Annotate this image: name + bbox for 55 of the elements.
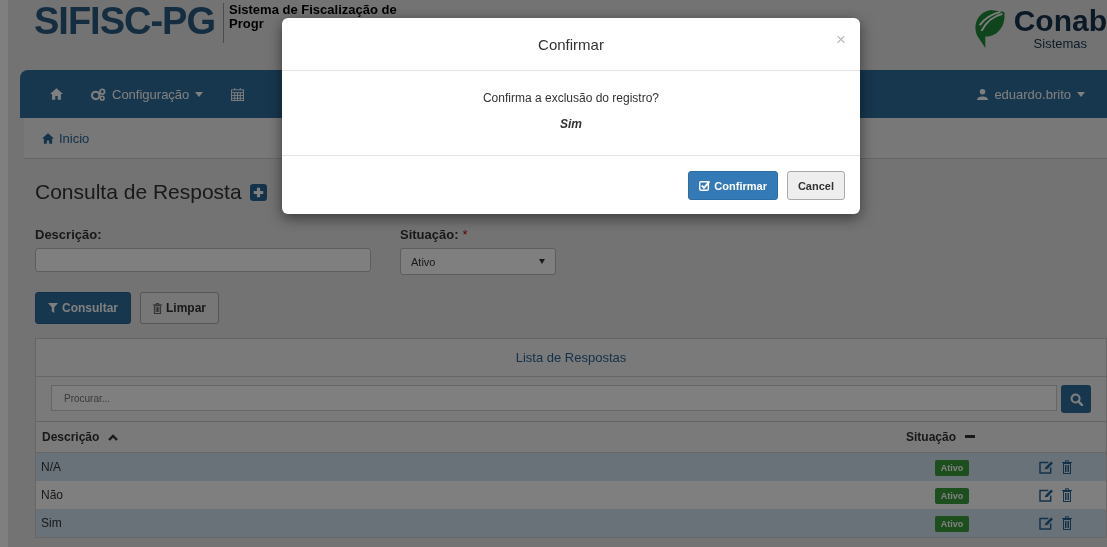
home-icon [50,88,63,100]
search-icon [1069,392,1083,406]
edit-icon[interactable] [1038,516,1054,530]
sort-ascending-icon [108,433,119,441]
breadcrumb-home-link[interactable]: Inicio [42,130,90,146]
field-label: Situação: [400,227,459,242]
calendar-nav-button[interactable] [231,87,245,101]
cancel-button[interactable]: Cancel [786,171,845,200]
caret-icon [1077,91,1085,97]
user-menu[interactable]: eduardo.brito [977,86,1085,102]
add-icon[interactable] [249,183,267,201]
trash-icon[interactable] [1061,516,1072,531]
brand-name: Conab [1013,6,1107,36]
field-label: Descrição: [35,227,103,242]
column-header[interactable]: Situação [901,430,975,444]
configuration-menu[interactable]: Configuração [91,86,204,102]
search-input[interactable]: Procurar... [51,385,1057,411]
search-button[interactable] [1061,385,1091,413]
gears-icon [91,87,106,101]
user-icon [977,88,989,100]
clear-button[interactable]: Limpar [140,292,220,324]
status-label: Ativo [934,516,970,532]
home-nav-button[interactable] [50,88,63,100]
status-select[interactable]: Ativo [400,248,556,275]
column-header[interactable]: Descrição [37,430,119,444]
app-subtitle: Sistema de Fiscalização de [229,3,397,17]
app-logo: SIFISC-PG [34,2,216,40]
confirm-button[interactable]: Confirmar [688,171,778,200]
dialog-message: Confirma a exclusão do registro? [482,91,660,105]
status-label: Ativo [934,488,970,504]
record-name: Sim [560,117,582,131]
table-cell: Não [36,481,900,509]
status-label: Ativo [934,460,970,476]
dialog-title: Confirmar [538,35,604,53]
trash-icon[interactable] [1061,460,1072,475]
description-input[interactable] [35,248,371,272]
edit-icon[interactable] [1038,488,1054,502]
search-button[interactable]: Consultar [35,292,131,324]
trash-icon [153,302,162,314]
panel-title: Lista de Respostas [515,350,627,365]
trash-icon[interactable] [1061,488,1072,503]
edit-icon[interactable] [1038,460,1054,474]
filter-icon [48,303,58,313]
app-subtitle: Progr [229,17,265,31]
table-cell: N/A [36,452,900,481]
dropdown-arrow-icon [539,259,545,264]
page-title: Consulta de Resposta [35,180,242,204]
unsorted-icon [965,435,975,439]
table-cell: Sim [36,509,900,537]
checkbox-icon [699,180,711,191]
brand-subtitle: Sistemas [1033,36,1088,51]
required-mark: * [462,227,468,242]
home-icon [42,132,54,144]
calendar-icon [231,87,245,101]
caret-icon [195,91,204,97]
